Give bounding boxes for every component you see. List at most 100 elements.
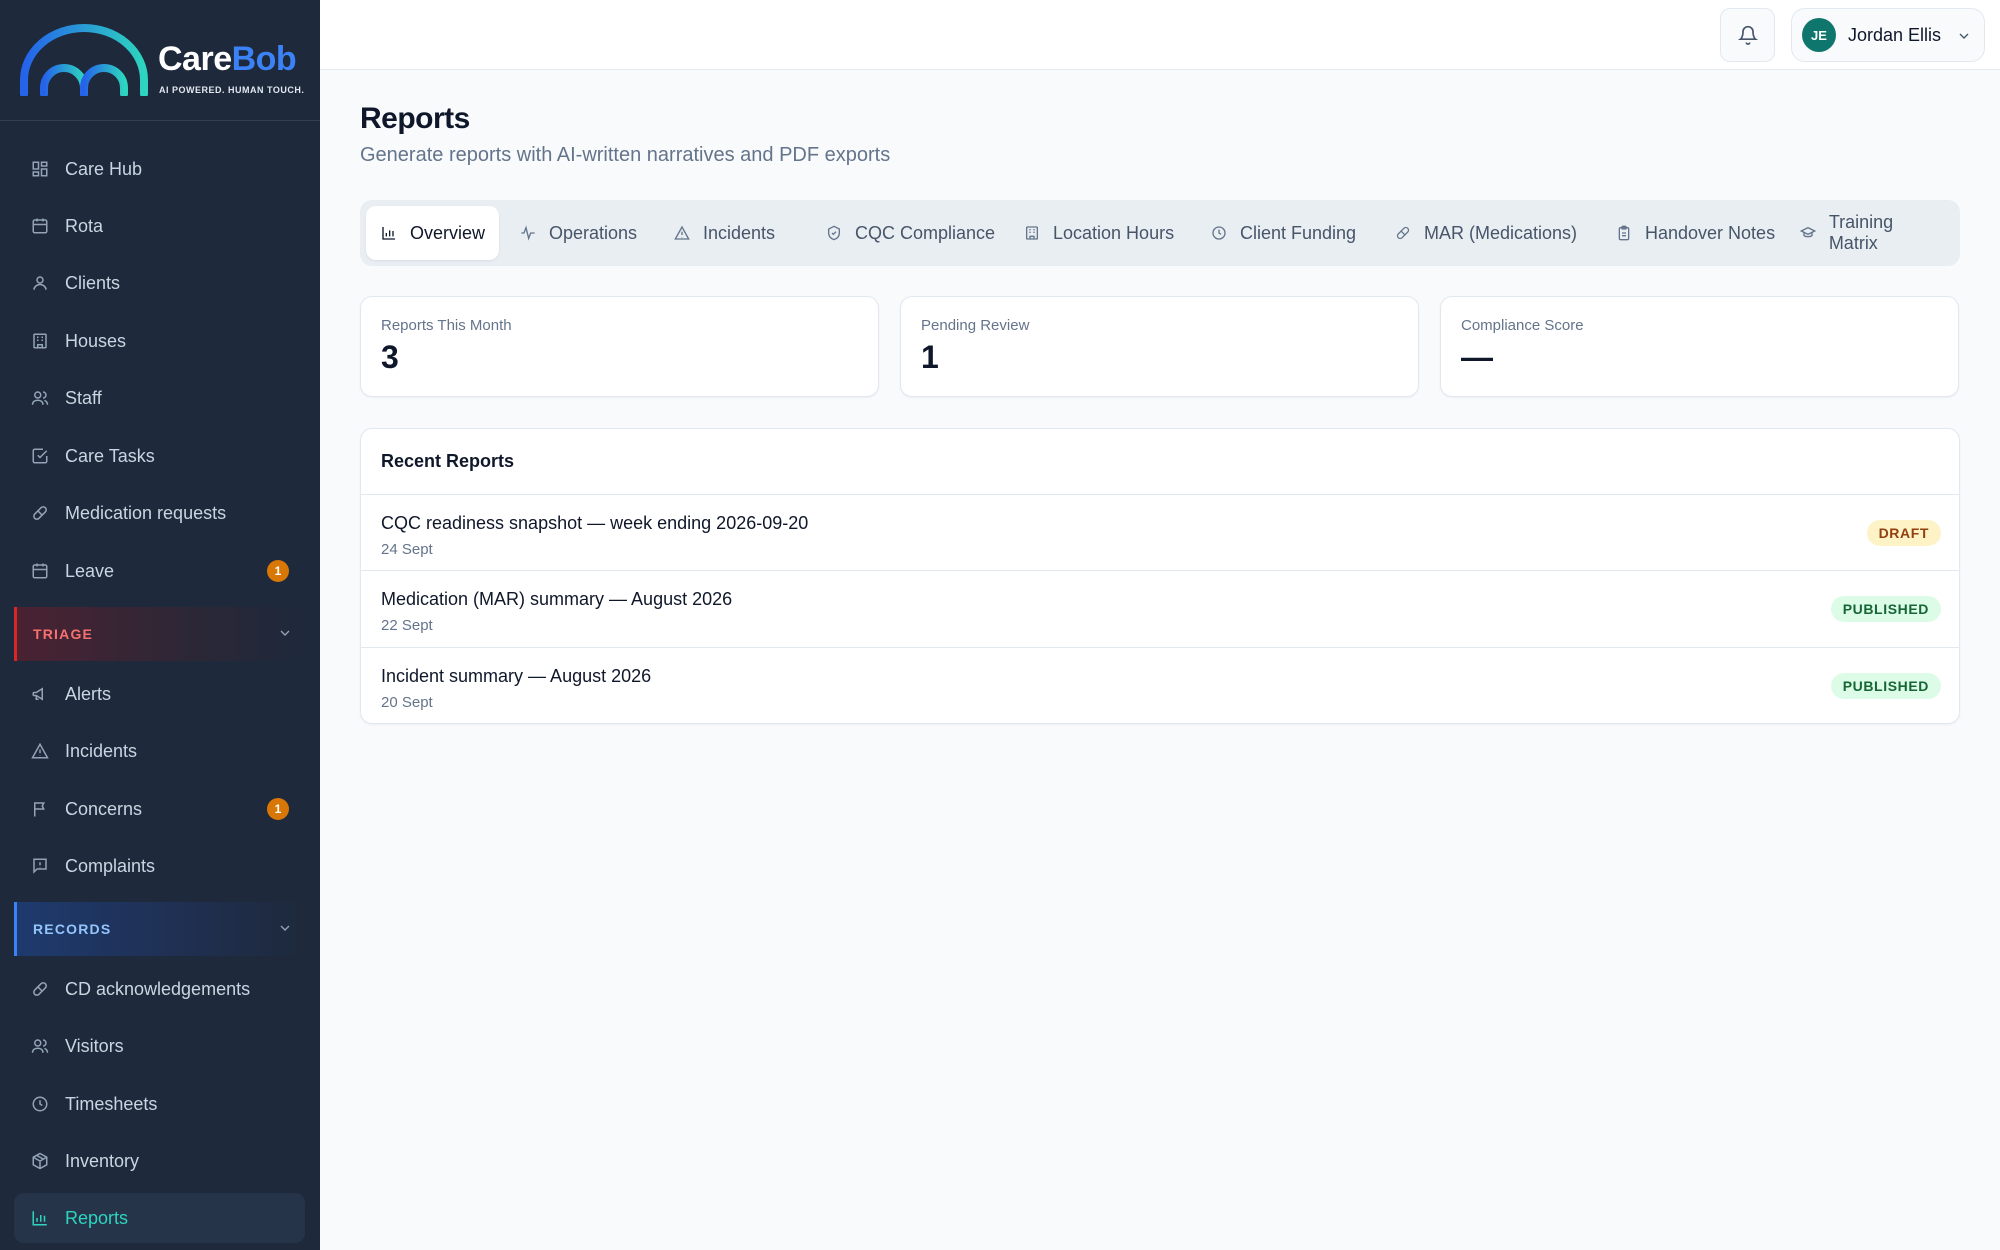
calendar-icon: [30, 216, 50, 236]
status-badge: PUBLISHED: [1830, 673, 1941, 699]
sidebar-item-timesheets[interactable]: Timesheets: [14, 1079, 305, 1129]
report-title: Incident summary — August 2026: [381, 666, 652, 686]
sidebar-item-label: Alerts: [65, 683, 112, 704]
tab-location-hours[interactable]: Location Hours: [1009, 206, 1188, 260]
building-icon: [30, 331, 50, 351]
sidebar-item-label: Concerns: [65, 798, 143, 819]
tab-handover-notes[interactable]: Handover Notes: [1601, 206, 1789, 260]
tab-label: Operations: [549, 222, 638, 243]
clock-icon: [1210, 224, 1228, 242]
sidebar-item-clients[interactable]: Clients: [14, 258, 305, 308]
sidebar-item-label: Reports: [65, 1207, 129, 1228]
sidebar-item-label: Complaints: [65, 855, 156, 876]
sidebar-item-label: Inventory: [65, 1150, 140, 1171]
stat-label: Reports This Month: [381, 317, 512, 334]
user-name: Jordan Ellis: [1848, 24, 1942, 45]
bar-chart-icon: [380, 224, 398, 242]
notifications-button[interactable]: [1720, 8, 1775, 62]
tab-mar-medications[interactable]: MAR (Medications): [1380, 206, 1591, 260]
report-title: Medication (MAR) summary — August 2026: [381, 589, 733, 609]
sidebar-item-label: Houses: [65, 330, 127, 351]
tab-cqc-compliance[interactable]: CQC Compliance: [811, 206, 1009, 260]
sidebar-item-visitors[interactable]: Visitors: [14, 1021, 305, 1071]
sidebar-item-label: Clients: [65, 272, 121, 293]
stat-label: Compliance Score: [1461, 317, 1584, 334]
sidebar-item-staff[interactable]: Staff: [14, 373, 305, 423]
user-menu-button[interactable]: JE Jordan Ellis: [1791, 8, 1985, 62]
sidebar-item-alerts[interactable]: Alerts: [14, 669, 305, 719]
table-row[interactable]: CQC readiness snapshot — week ending 202…: [361, 494, 1959, 570]
warning-triangle-icon: [673, 224, 691, 242]
sidebar-item-medication-requests[interactable]: Medication requests: [14, 488, 305, 538]
sidebar-item-label: Timesheets: [65, 1093, 158, 1114]
tab-training-matrix[interactable]: Training Matrix: [1785, 206, 1960, 260]
building-icon: [1023, 224, 1041, 242]
sidebar-item-care-tasks[interactable]: Care Tasks: [14, 431, 305, 481]
sidebar-item-label: Care Hub: [65, 158, 143, 179]
clipboard-icon: [1615, 224, 1633, 242]
stat-label: Pending Review: [921, 317, 1030, 334]
logo-arch-icon: [20, 24, 148, 96]
activity-icon: [519, 224, 537, 242]
report-date: 20 Sept: [381, 694, 433, 711]
sidebar-item-care-hub[interactable]: Care Hub: [14, 144, 305, 194]
sidebar-item-label: Visitors: [65, 1035, 124, 1056]
chevron-down-icon: [280, 925, 290, 931]
clock-icon: [30, 1094, 50, 1114]
users-icon: [30, 1036, 50, 1056]
stat-value: 3: [381, 339, 399, 375]
sidebar-item-concerns[interactable]: Concerns 1: [14, 784, 305, 834]
warning-triangle-icon: [30, 741, 50, 761]
brand-logo[interactable]: CareBob AI POWERED. HUMAN TOUCH.: [0, 0, 320, 121]
recent-reports-panel: Recent Reports CQC readiness snapshot — …: [360, 428, 1960, 724]
sidebar-item-inventory[interactable]: Inventory: [14, 1136, 305, 1186]
tab-operations[interactable]: Operations: [505, 206, 651, 260]
pill-icon: [30, 979, 50, 999]
sidebar-item-houses[interactable]: Houses: [14, 316, 305, 366]
sidebar-item-cd-acknowledgements[interactable]: CD acknowledgements: [14, 964, 305, 1014]
tab-incidents[interactable]: Incidents: [659, 206, 789, 260]
section-title: TRIAGE: [33, 626, 94, 642]
stat-value: 1: [921, 339, 939, 375]
pill-icon: [30, 503, 50, 523]
status-badge: DRAFT: [1866, 520, 1941, 546]
sidebar-item-label: Care Tasks: [65, 445, 155, 466]
table-row[interactable]: Medication (MAR) summary — August 2026 2…: [361, 570, 1959, 646]
section-title: RECORDS: [33, 921, 112, 937]
calendar-icon: [30, 561, 50, 581]
sidebar-item-label: Medication requests: [65, 502, 227, 523]
tab-label: CQC Compliance: [855, 222, 996, 243]
user-icon: [30, 273, 50, 293]
pill-icon: [1394, 224, 1412, 242]
tab-client-funding[interactable]: Client Funding: [1196, 206, 1370, 260]
report-date: 24 Sept: [381, 541, 433, 558]
triage-section-header[interactable]: TRIAGE: [14, 607, 305, 661]
brand-tagline: AI POWERED. HUMAN TOUCH.: [159, 85, 305, 95]
sidebar-item-complaints[interactable]: Complaints: [14, 841, 305, 891]
avatar: JE: [1802, 18, 1836, 52]
sidebar-item-label: Staff: [65, 387, 102, 408]
page-subtitle: Generate reports with AI-written narrati…: [360, 144, 891, 166]
message-alert-icon: [30, 856, 50, 876]
users-icon: [30, 388, 50, 408]
table-row[interactable]: Incident summary — August 2026 20 Sept P…: [361, 647, 1959, 723]
stat-card-reports-this-month: Reports This Month 3: [360, 296, 879, 397]
megaphone-icon: [30, 684, 50, 704]
check-square-icon: [30, 446, 50, 466]
sidebar-item-label: Leave: [65, 560, 115, 581]
shield-check-icon: [825, 224, 843, 242]
sidebar-item-incidents[interactable]: Incidents: [14, 726, 305, 776]
tab-overview[interactable]: Overview: [366, 206, 500, 260]
sidebar-item-leave[interactable]: Leave 1: [14, 546, 305, 596]
records-section-header[interactable]: RECORDS: [14, 902, 305, 956]
tab-label: Client Funding: [1240, 222, 1357, 243]
layout-grid-icon: [30, 159, 50, 179]
bar-chart-icon: [30, 1208, 50, 1228]
box-icon: [30, 1151, 50, 1171]
sidebar-item-reports[interactable]: Reports: [14, 1193, 305, 1243]
report-date: 22 Sept: [381, 617, 433, 634]
page-title: Reports: [360, 102, 470, 135]
sidebar-item-rota[interactable]: Rota: [14, 201, 305, 251]
tab-label: Handover Notes: [1645, 222, 1776, 243]
flag-icon: [30, 799, 50, 819]
